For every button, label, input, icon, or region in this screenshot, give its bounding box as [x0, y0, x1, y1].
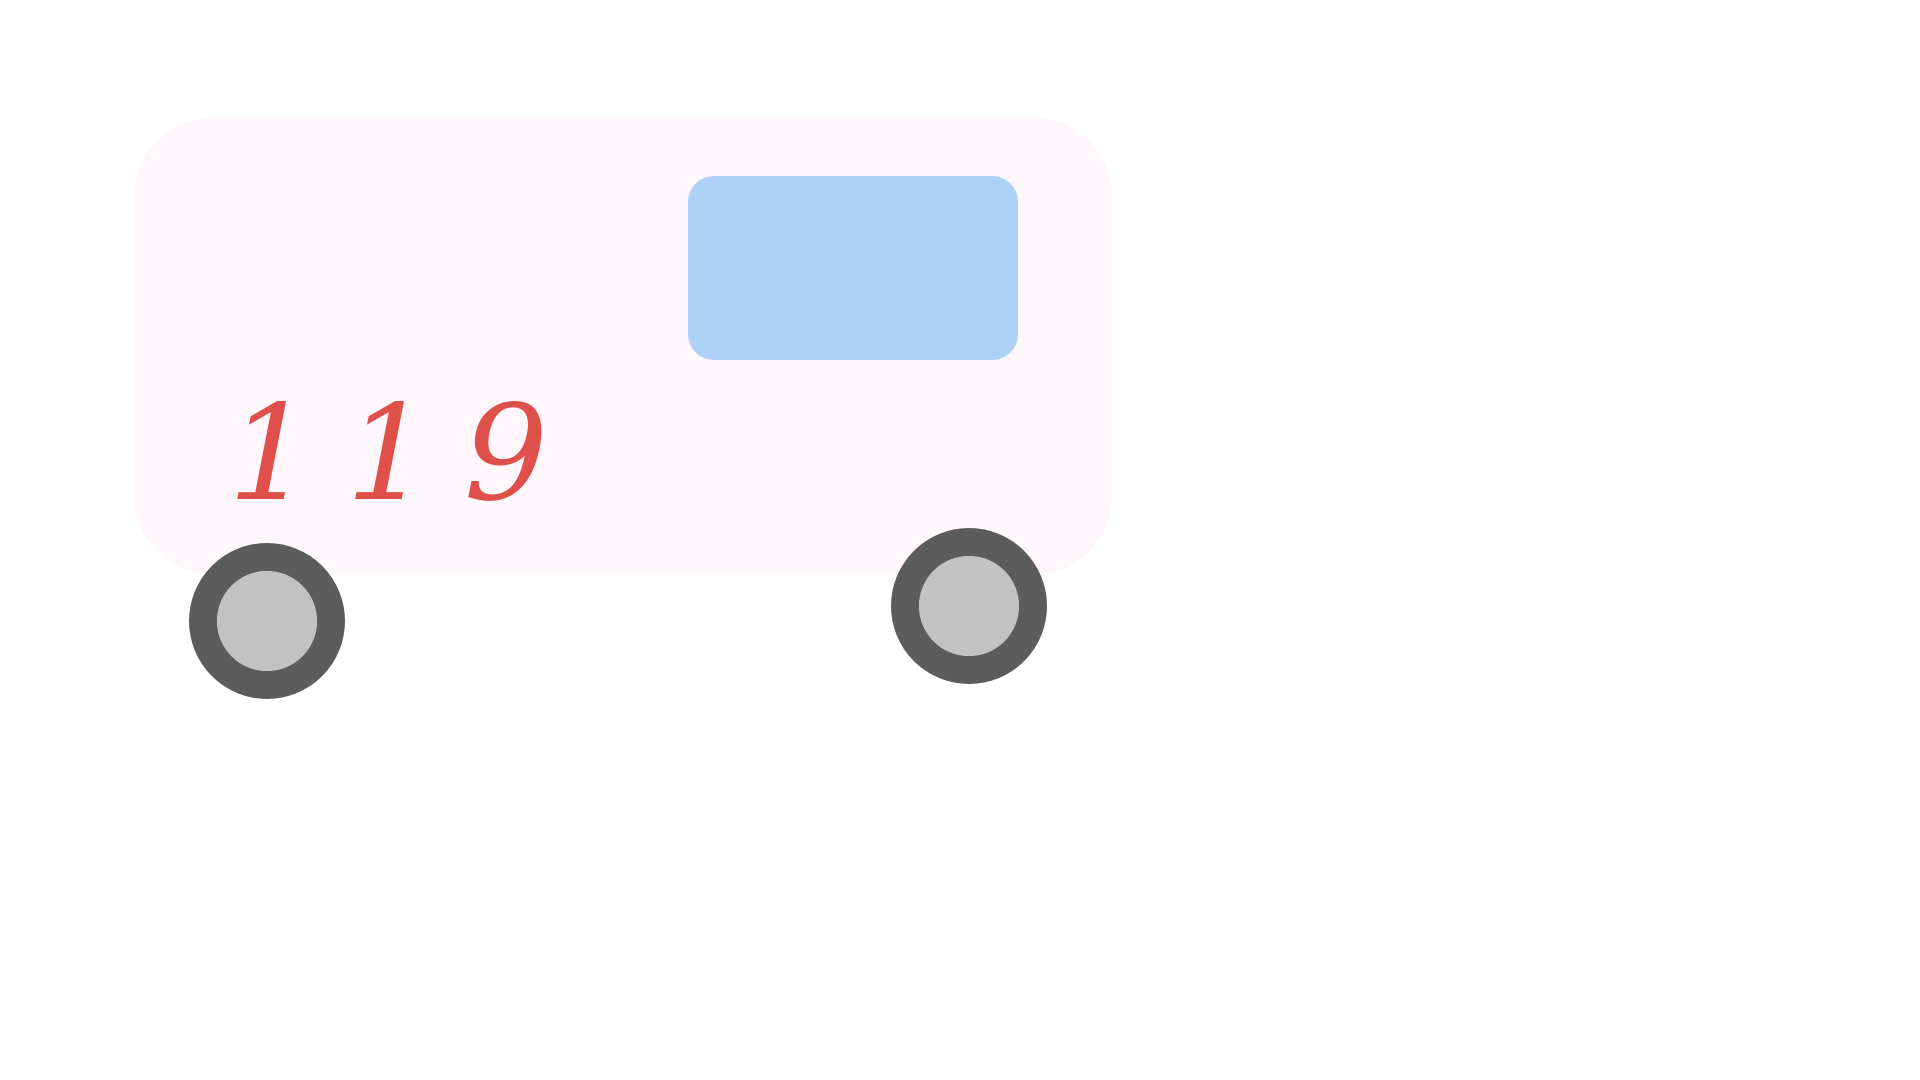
drawing-canvas: 119	[0, 0, 1920, 1080]
emergency-number-label: 119	[228, 377, 582, 531]
vehicle-window	[688, 176, 1018, 360]
front-wheel	[891, 528, 1047, 684]
rear-wheel-hub	[217, 571, 317, 671]
front-wheel-hub	[919, 556, 1019, 656]
rear-wheel	[189, 543, 345, 699]
